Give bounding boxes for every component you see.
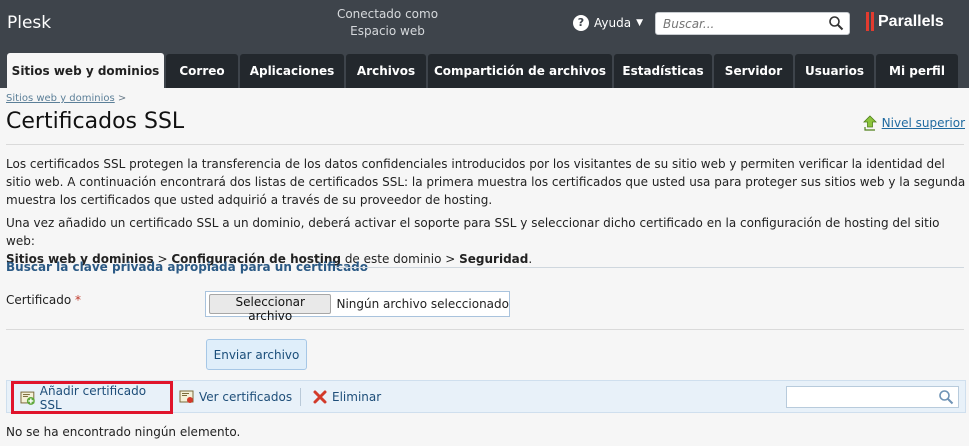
certificate-label-text: Certificado (6, 293, 72, 307)
form-section-title: Buscar la clave privada apropiada para u… (6, 260, 369, 274)
chevron-down-icon: ▼ (636, 18, 643, 28)
top-header: Plesk Conectado como Espacio web ? Ayuda… (0, 0, 969, 88)
selected-file-name: Ningún archivo seleccionado (336, 297, 509, 311)
tab-mail[interactable]: Correo (166, 54, 238, 88)
tab-my-profile[interactable]: Mi perfil (876, 54, 958, 88)
connected-user-text: Espacio web (350, 24, 425, 38)
global-search-input[interactable] (656, 13, 826, 34)
empty-list-message: No se ha encontrado ningún elemento. (6, 425, 241, 439)
tab-applications[interactable]: Aplicaciones (240, 54, 344, 88)
delete-label: Eliminar (332, 389, 382, 404)
breadcrumb-separator: > (117, 93, 127, 104)
logo-mark-icon (866, 12, 874, 31)
certificate-file-input: Seleccionar archivo Ningún archivo selec… (205, 291, 510, 323)
global-search-box (655, 12, 850, 35)
help-icon: ? (573, 15, 589, 31)
up-level-link[interactable]: Nivel superior (862, 115, 965, 131)
page-title: Certificados SSL (6, 109, 185, 134)
add-ssl-certificate-button[interactable]: Añadir certificado SSL (11, 381, 173, 414)
delete-button[interactable]: Eliminar (312, 381, 381, 412)
tab-users[interactable]: Usuarios (795, 54, 874, 88)
help-label: Ayuda (594, 16, 632, 30)
delete-icon (313, 390, 327, 403)
view-certificates-icon (179, 390, 194, 403)
up-arrow-icon (862, 115, 877, 131)
choose-file-button[interactable]: Seleccionar archivo (209, 294, 332, 323)
form-divider (6, 329, 964, 330)
breadcrumb-link-websites[interactable]: Sitios web y dominios (6, 93, 115, 104)
instructions-end: . (528, 252, 533, 266)
search-icon[interactable] (938, 389, 954, 405)
tab-server[interactable]: Servidor (714, 54, 793, 88)
instructions-path-security: Seguridad (459, 252, 529, 266)
main-content: Sitios web y dominios > Certificados SSL… (0, 88, 969, 446)
add-ssl-certificate-label: Añadir certificado SSL (39, 383, 147, 412)
tab-statistics[interactable]: Estadísticas (614, 54, 712, 88)
up-level-label: Nivel superior (881, 116, 965, 130)
list-search-input[interactable] (787, 387, 937, 407)
list-search-box (786, 386, 959, 408)
view-certificates-label: Ver certificados (199, 389, 293, 404)
toolbar-separator (300, 388, 301, 406)
logo-text: Parallels (878, 12, 944, 30)
required-marker: * (75, 293, 82, 307)
add-certificate-icon (20, 391, 35, 405)
connection-info: Conectado como Espacio web (300, 6, 475, 40)
tab-files[interactable]: Archivos (346, 54, 426, 88)
connected-as-text: Conectado como (336, 7, 439, 21)
parallels-logo: Parallels (866, 12, 944, 31)
form-section-divider (335, 267, 964, 268)
search-icon[interactable] (828, 15, 844, 31)
certificate-field-label: Certificado * (6, 293, 81, 307)
tab-file-sharing[interactable]: Compartición de archivos (428, 54, 612, 88)
certificates-toolbar: Añadir certificado SSL Ver certificados … (6, 380, 966, 414)
tab-websites-domains[interactable]: Sitios web y dominios (7, 53, 164, 88)
instructions-prefix: Una vez añadido un certificado SSL a un … (6, 216, 940, 248)
intro-paragraph: Los certificados SSL protegen la transfe… (6, 157, 966, 207)
submit-file-button[interactable]: Enviar archivo (206, 339, 307, 370)
help-menu[interactable]: ? Ayuda ▼ (573, 15, 643, 31)
title-divider (6, 144, 964, 145)
view-certificates-button[interactable]: Ver certificados (179, 381, 292, 412)
brand-name: Plesk (7, 13, 52, 33)
main-tabs: Sitios web y dominios Correo Aplicacione… (7, 53, 958, 88)
breadcrumb: Sitios web y dominios > (6, 93, 126, 104)
